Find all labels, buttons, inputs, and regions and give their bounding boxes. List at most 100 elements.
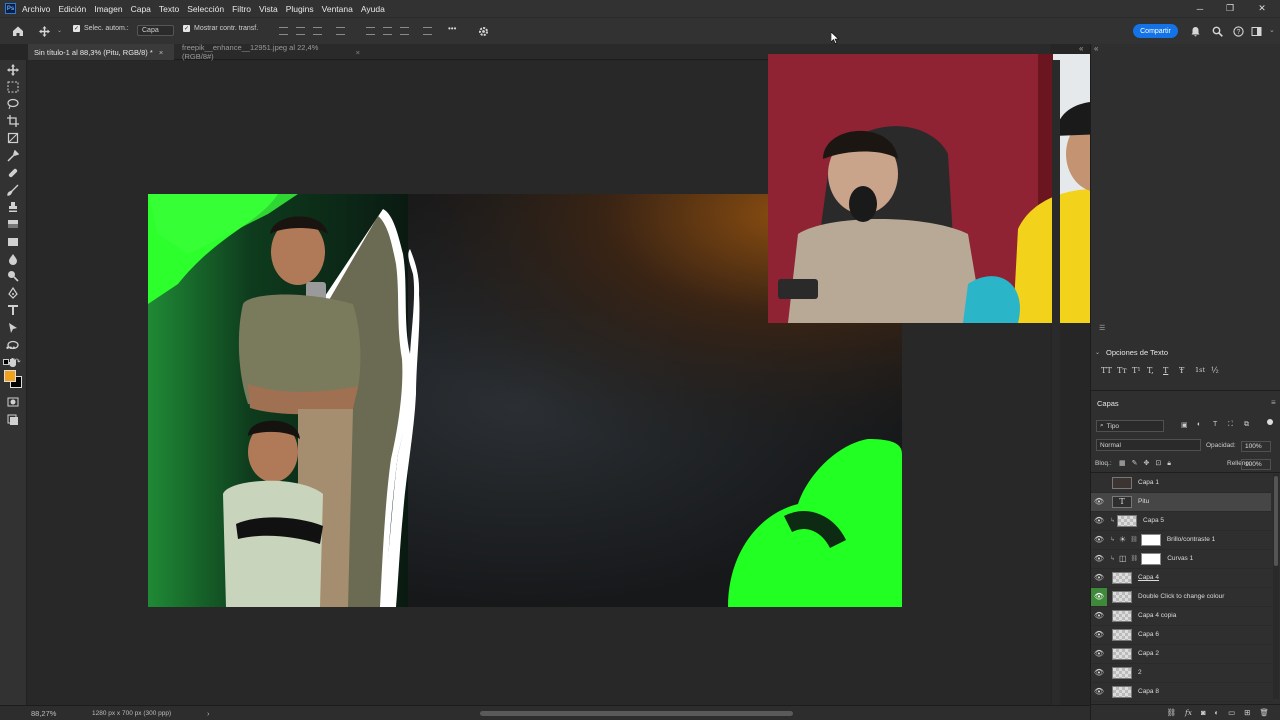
screen-mode-icon[interactable] xyxy=(7,414,19,426)
list-icon[interactable]: ☰ xyxy=(1099,324,1105,332)
layer-row[interactable]: 👁︎ Double Click to change colour xyxy=(1091,588,1271,607)
menu-vista[interactable]: Vista xyxy=(259,4,278,14)
fractions-icon[interactable]: ½ xyxy=(1211,366,1219,375)
move-tool-icon[interactable] xyxy=(7,64,19,76)
subscript-icon[interactable]: T, xyxy=(1147,366,1154,375)
auto-select-dropdown[interactable]: Capa xyxy=(137,25,174,36)
menu-edicion[interactable]: Edición xyxy=(58,4,86,14)
filter-toggle-icon[interactable] xyxy=(1267,419,1273,425)
help-icon[interactable]: ? xyxy=(1233,26,1244,37)
layer-row[interactable]: 👁︎ Capa 2 xyxy=(1091,645,1271,664)
filter-type-icon[interactable]: T xyxy=(1213,421,1217,428)
lasso-tool-icon[interactable] xyxy=(7,98,19,110)
type-tool-icon[interactable] xyxy=(7,304,19,316)
maximize-icon[interactable]: ❐ xyxy=(1215,0,1245,17)
layer-row[interactable]: 👁︎ Capa 6 xyxy=(1091,626,1271,645)
default-colors-icon[interactable] xyxy=(3,359,9,365)
align-middle-icon[interactable] xyxy=(383,27,392,35)
distribute-vertical-icon[interactable] xyxy=(423,27,432,35)
layer-row[interactable]: 👁︎ Capa 8 xyxy=(1091,683,1271,702)
filter-smart-object-icon[interactable]: ⧉ xyxy=(1244,421,1249,429)
new-group-icon[interactable]: ▭ xyxy=(1228,708,1235,717)
move-tool-icon[interactable] xyxy=(39,26,50,37)
strikethrough-icon[interactable]: Ŧ xyxy=(1179,366,1184,375)
layer-row[interactable]: 👁︎ Capa 4 copia xyxy=(1091,607,1271,626)
new-adjustment-icon[interactable]: ◐ xyxy=(1215,708,1220,717)
eye-icon[interactable]: 👁︎ xyxy=(1091,512,1107,530)
layer-row[interactable]: 👁︎ ↳ ☀ ⛓ Brillo/contraste 1 xyxy=(1091,531,1271,550)
layer-row[interactable]: 👁︎ 2 xyxy=(1091,664,1271,683)
tab-sin-titulo-1[interactable]: Sin título-1 al 88,3% (Pitu, RGB/8) * × xyxy=(28,44,174,60)
vertical-scrollbar[interactable] xyxy=(1052,60,1060,705)
menu-texto[interactable]: Texto xyxy=(159,4,179,14)
align-right-icon[interactable] xyxy=(313,27,322,35)
chevron-down-icon[interactable]: ⌄ xyxy=(57,27,62,34)
eyedropper-tool-icon[interactable] xyxy=(7,150,19,162)
close-tab-icon[interactable]: × xyxy=(159,48,163,57)
visibility-toggle-off[interactable] xyxy=(1091,474,1107,492)
gear-icon[interactable] xyxy=(478,26,489,37)
bell-icon[interactable] xyxy=(1190,26,1201,37)
align-center-icon[interactable] xyxy=(296,27,305,35)
close-icon[interactable]: ✕ xyxy=(1247,0,1277,17)
chevron-down-icon[interactable]: ⌄ xyxy=(1269,26,1275,34)
home-icon[interactable] xyxy=(12,25,24,37)
filter-shape-icon[interactable]: ⛶ xyxy=(1228,421,1233,429)
lock-icons[interactable]: ▦✎✥⊡🔒︎ xyxy=(1119,459,1177,468)
align-bottom-icon[interactable] xyxy=(400,27,409,35)
pen-tool-icon[interactable] xyxy=(7,287,19,299)
layer-row[interactable]: 👁︎ ↳ ◫ ⛓ Curvas 1 xyxy=(1091,550,1271,569)
filter-pixel-icon[interactable]: ▣ xyxy=(1181,421,1188,429)
menu-capa[interactable]: Capa xyxy=(131,4,151,14)
opacity-field[interactable]: 100% xyxy=(1241,441,1271,452)
blend-mode-dropdown[interactable]: Normal xyxy=(1096,439,1201,451)
layer-row[interactable]: 👁︎ Capa 4 xyxy=(1091,569,1271,588)
add-mask-icon[interactable]: ◙ xyxy=(1201,708,1206,717)
align-top-icon[interactable] xyxy=(366,27,375,35)
collapse-panels-icon[interactable]: « xyxy=(1079,44,1083,53)
healing-brush-icon[interactable] xyxy=(7,167,19,179)
eye-icon[interactable]: 👁︎ xyxy=(1091,626,1107,644)
menu-archivo[interactable]: Archivo xyxy=(22,4,50,14)
menu-plugins[interactable]: Plugins xyxy=(286,4,314,14)
layer-row[interactable]: 👁︎ T Pitu xyxy=(1091,493,1271,512)
layers-panel-title[interactable]: Capas xyxy=(1097,399,1119,408)
frame-tool-icon[interactable] xyxy=(7,132,19,144)
layer-row[interactable]: Capa 1 xyxy=(1091,474,1271,493)
more-options-icon[interactable]: ••• xyxy=(448,24,456,33)
small-caps-icon[interactable]: Tт xyxy=(1117,366,1127,375)
eye-icon[interactable]: 👁︎ xyxy=(1091,607,1107,625)
menu-seleccion[interactable]: Selección xyxy=(187,4,224,14)
trash-icon[interactable]: 🗑︎ xyxy=(1259,708,1269,717)
panel-menu-icon[interactable]: ≡ xyxy=(1271,398,1276,407)
ordinals-icon[interactable]: 1st xyxy=(1195,366,1205,374)
horizontal-scrollbar[interactable] xyxy=(480,711,793,716)
foreground-color-swatch[interactable] xyxy=(4,370,16,382)
chevron-down-icon[interactable]: ⌄ xyxy=(1095,349,1100,356)
layer-row[interactable]: 👁︎ ↳ Capa 5 xyxy=(1091,512,1271,531)
more-tools-icon[interactable]: ••• xyxy=(6,343,15,353)
eye-icon[interactable]: 👁︎ xyxy=(1091,645,1107,663)
blur-tool-icon[interactable] xyxy=(7,253,19,265)
search-icon[interactable] xyxy=(1212,26,1223,37)
swap-colors-icon[interactable]: ↷ xyxy=(14,357,21,366)
path-selection-icon[interactable] xyxy=(7,322,19,334)
layer-filter-dropdown[interactable]: ⌕ Tipo xyxy=(1096,420,1164,432)
minimize-icon[interactable]: ─ xyxy=(1185,0,1215,17)
eye-icon[interactable]: 👁︎ xyxy=(1091,664,1107,682)
eye-icon[interactable]: 👁︎ xyxy=(1091,683,1107,701)
menu-imagen[interactable]: Imagen xyxy=(94,4,122,14)
crop-tool-icon[interactable] xyxy=(7,115,19,127)
gradient-tool-icon[interactable] xyxy=(7,236,19,248)
eye-icon[interactable]: 👁︎ xyxy=(1091,493,1107,511)
eye-icon[interactable]: 👁︎ xyxy=(1091,588,1107,606)
close-tab-icon[interactable]: × xyxy=(356,48,360,57)
new-layer-icon[interactable]: ⊞ xyxy=(1244,708,1250,717)
quick-mask-icon[interactable] xyxy=(7,396,19,408)
show-transform-checkbox[interactable]: ✓ Mostrar contr. transf. xyxy=(183,25,258,32)
auto-select-checkbox[interactable]: ✓ Selec. autom.: xyxy=(73,25,129,32)
zoom-level[interactable]: 88,27% xyxy=(31,709,56,718)
layer-style-icon[interactable]: fx xyxy=(1185,708,1192,717)
distribute-icon[interactable] xyxy=(336,27,345,35)
status-arrow-icon[interactable]: › xyxy=(207,709,210,718)
